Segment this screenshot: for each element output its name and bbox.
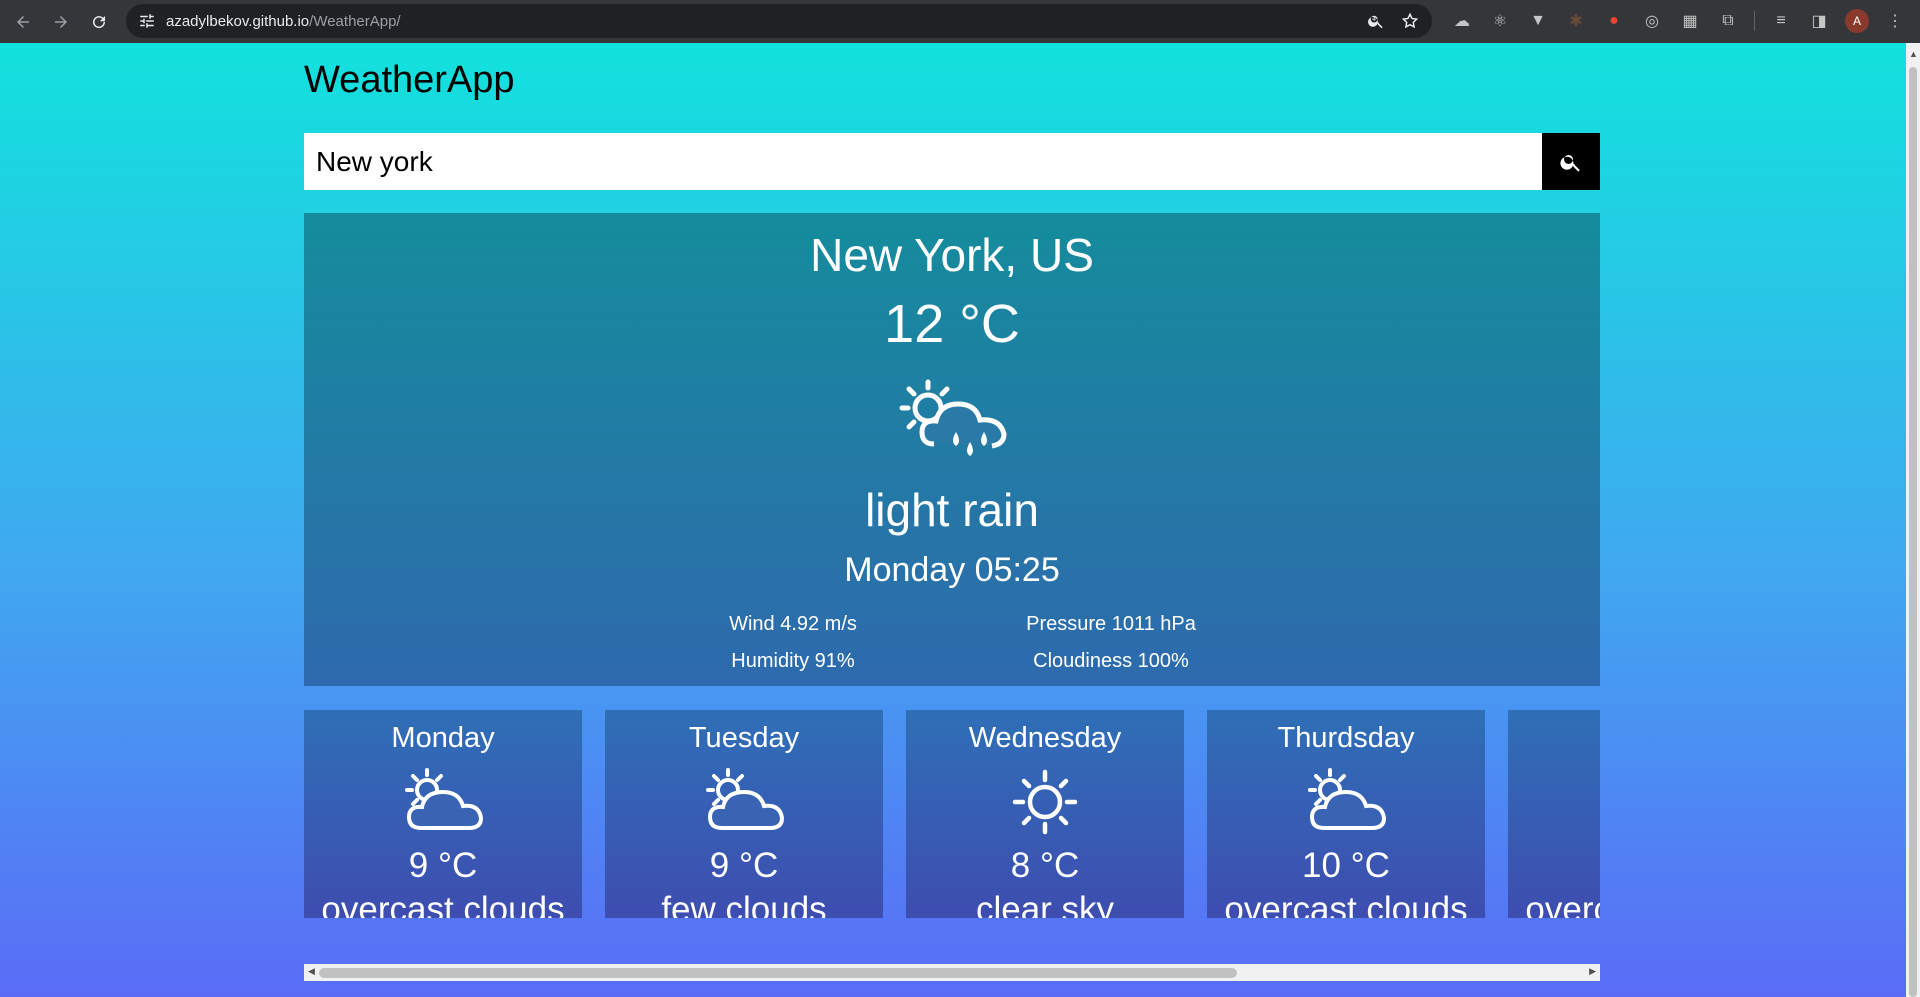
- extension-target-icon[interactable]: ◎: [1640, 9, 1664, 33]
- forecast-day: Wednesday: [968, 722, 1122, 754]
- scroll-right-arrow-icon[interactable]: ▶: [1589, 966, 1596, 977]
- search-icon: [1560, 154, 1580, 172]
- sun-cloud-icon: [405, 768, 483, 830]
- scrollbar-thumb[interactable]: [319, 968, 1237, 978]
- extension-react-icon[interactable]: ⚛: [1488, 9, 1512, 33]
- extension-cloud-icon[interactable]: ☁: [1450, 9, 1474, 33]
- weather-description: light rain: [865, 484, 1039, 536]
- browser-toolbar: azadylbekov.github.io/WeatherApp/ ☁ ⚛ ▼ …: [0, 0, 1920, 43]
- profile-avatar[interactable]: A: [1845, 9, 1869, 33]
- media-control-icon[interactable]: ≡: [1769, 9, 1793, 33]
- forecast-card: overcast clouds: [1508, 710, 1600, 918]
- extensions-puzzle-icon[interactable]: ⧉: [1716, 9, 1740, 33]
- url-text: azadylbekov.github.io/WeatherApp/: [166, 12, 401, 30]
- page-viewport: WeatherApp New York, US 12 °C: [0, 43, 1906, 997]
- wind-stat: Wind 4.92 m/s: [729, 613, 857, 635]
- extension-bug-icon[interactable]: ✱: [1564, 9, 1588, 33]
- menu-kebab-icon[interactable]: ⋮: [1883, 9, 1907, 33]
- cloudiness-stat: Cloudiness 100%: [1033, 650, 1189, 672]
- forecast-description: overcast clouds: [321, 890, 565, 918]
- extension-vue-icon[interactable]: ▼: [1526, 9, 1550, 33]
- address-bar[interactable]: azadylbekov.github.io/WeatherApp/: [126, 4, 1432, 38]
- search-form: [304, 133, 1600, 190]
- forecast-temperature: 10 °C: [1302, 846, 1390, 885]
- forecast-scroller[interactable]: Monday 9 °C overcast clouds Tuesday 9 °C…: [304, 710, 1600, 918]
- date-time: Monday 05:25: [844, 551, 1060, 589]
- forecast-card: Wednesday 8 °C clear sky: [906, 710, 1184, 918]
- forecast-temperature: 8 °C: [1010, 846, 1080, 885]
- city-search-input[interactable]: [304, 133, 1542, 190]
- forecast-card: Monday 9 °C overcast clouds: [304, 710, 582, 918]
- forecast-description: few clouds: [661, 890, 827, 918]
- sun-cloud-rain-icon: [899, 379, 1007, 456]
- back-button[interactable]: [11, 10, 35, 34]
- forecast-temperature: 9 °C: [408, 846, 478, 885]
- zoom-icon[interactable]: [1366, 11, 1386, 31]
- page-vertical-scrollbar[interactable]: ▲: [1906, 43, 1920, 997]
- forecast-temperature: 9 °C: [709, 846, 779, 885]
- humidity-stat: Humidity 91%: [731, 650, 855, 672]
- site-info-icon[interactable]: [138, 12, 156, 30]
- extension-red-icon[interactable]: ●: [1602, 9, 1626, 33]
- search-button[interactable]: [1542, 133, 1600, 190]
- side-panel-icon[interactable]: ◨: [1807, 9, 1831, 33]
- forecast-card: Tuesday 9 °C few clouds: [605, 710, 883, 918]
- arrow-left-icon: [17, 15, 29, 28]
- current-temperature: 12 °C: [884, 294, 1020, 354]
- pressure-stat: Pressure 1011 hPa: [1026, 613, 1196, 635]
- forecast-card: Thurdsday 10 °C overcast clouds: [1207, 710, 1485, 918]
- forecast-description: clear sky: [975, 890, 1115, 918]
- bookmark-star-icon[interactable]: [1400, 11, 1420, 31]
- arrow-right-icon: [55, 15, 67, 28]
- forecast-day: Tuesday: [688, 722, 800, 754]
- sun-cloud-icon: [706, 768, 784, 830]
- reload-button[interactable]: [87, 10, 111, 34]
- forecast-horizontal-scrollbar[interactable]: ◀ ▶: [304, 964, 1600, 981]
- scroll-left-arrow-icon[interactable]: ◀: [308, 966, 315, 977]
- forward-button[interactable]: [49, 10, 73, 34]
- location-name: New York, US: [810, 229, 1094, 281]
- extension-qr-icon[interactable]: ▦: [1678, 9, 1702, 33]
- forecast-description: overcast clouds: [1224, 890, 1468, 918]
- sun-icon: [1012, 769, 1078, 835]
- current-weather-card: New York, US 12 °C light rain Monday 05:…: [304, 213, 1600, 686]
- forecast-day: Monday: [391, 722, 495, 754]
- forecast-description: overcast clouds: [1525, 890, 1600, 918]
- scroll-up-arrow-icon[interactable]: ▲: [1909, 49, 1918, 59]
- sun-cloud-icon: [1308, 768, 1386, 830]
- forecast-day: Thurdsday: [1277, 722, 1415, 754]
- reload-icon: [93, 15, 106, 28]
- scrollbar-thumb[interactable]: [1909, 67, 1917, 997]
- toolbar-divider: [1754, 11, 1755, 31]
- app-title: WeatherApp: [304, 59, 515, 101]
